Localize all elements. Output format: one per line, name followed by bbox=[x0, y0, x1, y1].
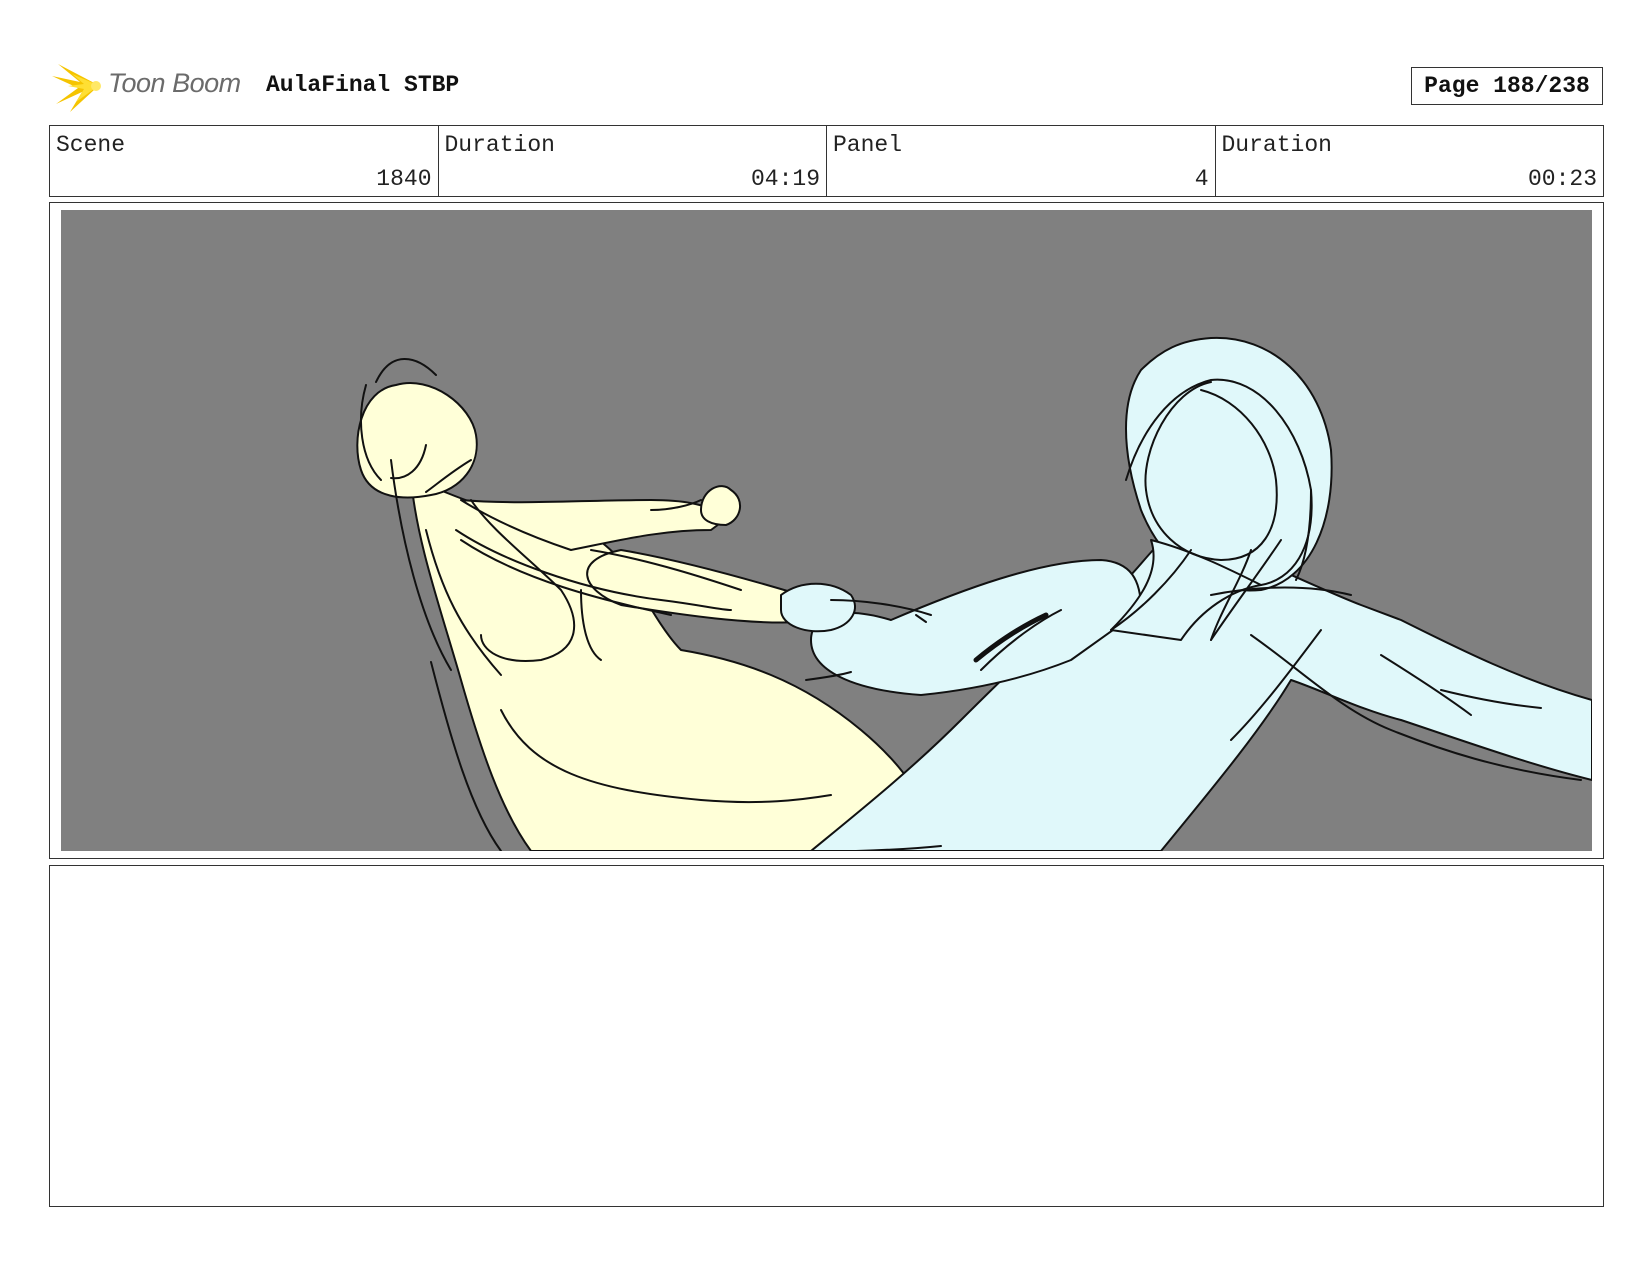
scene-duration-label: Duration bbox=[444, 132, 555, 158]
scene-cell: Scene 1840 bbox=[50, 126, 439, 196]
page-number: Page 188/238 bbox=[1411, 67, 1603, 105]
panel-notes-box[interactable] bbox=[49, 865, 1604, 1207]
right-figure bbox=[780, 336, 1592, 851]
panel-duration-label: Duration bbox=[1221, 132, 1332, 158]
panel-duration-value: 00:23 bbox=[1527, 166, 1597, 192]
panel-info-table: Scene 1840 Duration 04:19 Panel 4 Durati… bbox=[49, 125, 1604, 197]
toon-boom-logo: Toon Boom bbox=[50, 58, 250, 114]
sketch-canvas bbox=[356, 336, 1592, 851]
panel-label: Panel bbox=[833, 132, 903, 158]
scene-value: 1840 bbox=[376, 166, 432, 192]
scene-duration-value: 04:19 bbox=[750, 166, 820, 192]
logo-text: Toon Boom bbox=[108, 68, 241, 98]
scene-label: Scene bbox=[56, 132, 126, 158]
project-title: AulaFinal STBP bbox=[266, 72, 460, 98]
panel-value: 4 bbox=[1194, 166, 1209, 192]
panel-duration-cell: Duration 00:23 bbox=[1216, 126, 1604, 196]
starburst-icon bbox=[52, 64, 101, 112]
storyboard-panel-frame bbox=[49, 202, 1604, 859]
panel-cell: Panel 4 bbox=[827, 126, 1216, 196]
storyboard-drawing bbox=[61, 210, 1592, 851]
scene-duration-cell: Duration 04:19 bbox=[439, 126, 827, 196]
